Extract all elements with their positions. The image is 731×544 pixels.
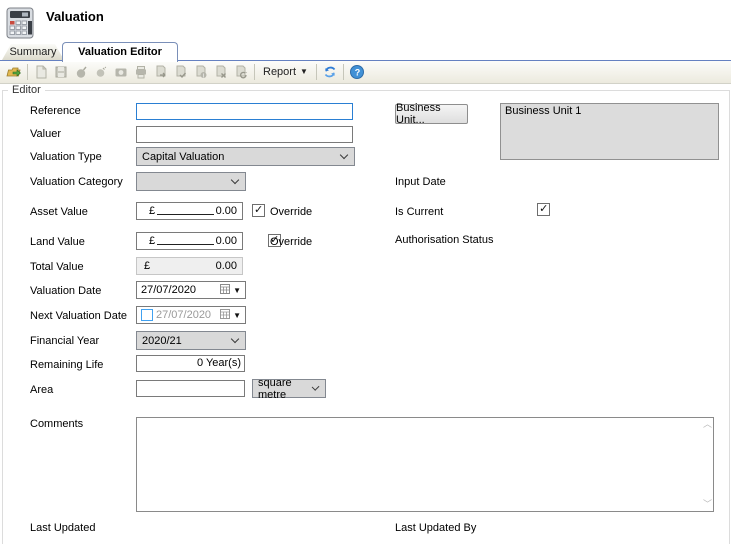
is-current-checkbox[interactable] bbox=[537, 203, 550, 216]
tab-summary[interactable]: Summary bbox=[2, 44, 64, 60]
financial-year-select[interactable]: 2020/21 bbox=[136, 331, 246, 350]
currency-symbol: £ bbox=[144, 260, 150, 272]
tab-valuation-editor[interactable]: Valuation Editor bbox=[62, 42, 178, 62]
valuation-window: Valuation Summary Valuation Editor bbox=[0, 0, 731, 544]
total-value-field: £ 0.00 bbox=[136, 257, 243, 275]
valuation-category-select[interactable] bbox=[136, 172, 246, 191]
valuer-label: Valuer bbox=[30, 128, 61, 140]
report-button-label: Report bbox=[263, 66, 296, 78]
next-valuation-date-label: Next Valuation Date bbox=[30, 310, 127, 322]
valuation-date-label: Valuation Date bbox=[30, 285, 101, 297]
valuation-type-value: Capital Valuation bbox=[142, 151, 224, 163]
asset-override-label: Override bbox=[270, 206, 312, 218]
asset-value-amount: 0.00 bbox=[216, 205, 237, 217]
chevron-down-icon bbox=[231, 335, 239, 343]
currency-symbol: £ bbox=[149, 235, 155, 247]
save-icon[interactable] bbox=[52, 64, 70, 80]
valuation-type-label: Valuation Type bbox=[30, 151, 102, 163]
toolbar-separator bbox=[343, 64, 344, 80]
reference-input[interactable] bbox=[136, 103, 353, 120]
business-unit-listbox[interactable]: Business Unit 1 bbox=[500, 103, 719, 160]
authorisation-status-label: Authorisation Status bbox=[395, 234, 493, 246]
camera-icon[interactable] bbox=[112, 64, 130, 80]
svg-text:i: i bbox=[203, 73, 204, 79]
toolbar: i Report ▼ ? bbox=[0, 61, 731, 84]
valuation-category-label: Valuation Category bbox=[30, 176, 123, 188]
refresh-icon[interactable] bbox=[321, 64, 339, 80]
remaining-life-value: 0 Year(s) bbox=[197, 357, 241, 369]
report-button[interactable]: Report ▼ bbox=[258, 63, 313, 81]
chevron-down-icon bbox=[340, 151, 348, 159]
toolbar-separator bbox=[316, 64, 317, 80]
doc-forward-icon[interactable] bbox=[152, 64, 170, 80]
amount-underline bbox=[157, 214, 213, 215]
next-valuation-date-picker[interactable]: 27/07/2020 ▼ bbox=[136, 306, 246, 324]
comments-textarea[interactable] bbox=[136, 417, 714, 512]
comments-label: Comments bbox=[30, 418, 83, 430]
land-value-amount: 0.00 bbox=[216, 235, 237, 247]
land-value-label: Land Value bbox=[30, 236, 85, 248]
tab-strip: Summary Valuation Editor bbox=[0, 42, 731, 61]
total-value-amount: 0.00 bbox=[216, 260, 237, 272]
asset-override-checkbox[interactable] bbox=[252, 204, 265, 217]
remaining-life-input[interactable]: 0 Year(s) bbox=[136, 355, 245, 372]
doc-info-icon[interactable]: i bbox=[192, 64, 210, 80]
area-unit-value: square metre bbox=[258, 377, 313, 401]
editor-groupbox-label: Editor bbox=[8, 84, 45, 96]
currency-symbol: £ bbox=[149, 205, 155, 217]
calculator-icon bbox=[4, 6, 38, 43]
toolbar-separator bbox=[27, 64, 28, 80]
next-valuation-date-checkbox[interactable] bbox=[141, 309, 153, 321]
reference-label: Reference bbox=[30, 105, 81, 117]
open-icon[interactable] bbox=[5, 64, 23, 80]
sparkle-icon[interactable] bbox=[92, 64, 110, 80]
scroll-up-icon[interactable]: ︿ bbox=[703, 420, 712, 429]
valuation-date-picker[interactable]: 27/07/2020 ▼ bbox=[136, 281, 246, 299]
area-unit-select[interactable]: square metre bbox=[252, 379, 326, 398]
business-unit-button[interactable]: Business Unit... bbox=[395, 104, 468, 124]
toolbar-separator bbox=[254, 64, 255, 80]
printer-icon[interactable] bbox=[132, 64, 150, 80]
calendar-icon bbox=[220, 284, 230, 297]
total-value-label: Total Value bbox=[30, 261, 84, 273]
valuer-input[interactable] bbox=[136, 126, 353, 143]
doc-refresh-icon[interactable] bbox=[232, 64, 250, 80]
svg-text:?: ? bbox=[355, 67, 361, 77]
last-updated-by-label: Last Updated By bbox=[395, 522, 476, 534]
doc-delete-icon[interactable] bbox=[212, 64, 230, 80]
asset-value-label: Asset Value bbox=[30, 206, 88, 218]
financial-year-label: Financial Year bbox=[30, 335, 99, 347]
is-current-label: Is Current bbox=[395, 206, 443, 218]
area-label: Area bbox=[30, 384, 53, 396]
next-valuation-date-value: 27/07/2020 bbox=[156, 309, 217, 321]
page-title: Valuation bbox=[46, 9, 104, 24]
doc-check-icon[interactable] bbox=[172, 64, 190, 80]
land-value-input[interactable]: £ 0.00 bbox=[136, 232, 243, 250]
asset-value-input[interactable]: £ 0.00 bbox=[136, 202, 243, 220]
help-icon[interactable]: ? bbox=[348, 64, 366, 80]
last-updated-label: Last Updated bbox=[30, 522, 95, 534]
dropdown-arrow-icon: ▼ bbox=[233, 286, 241, 295]
new-document-icon[interactable] bbox=[32, 64, 50, 80]
scroll-down-icon[interactable]: ﹀ bbox=[703, 500, 712, 509]
bomb-icon[interactable] bbox=[72, 64, 90, 80]
calendar-icon bbox=[220, 309, 230, 322]
amount-underline bbox=[157, 244, 213, 245]
input-date-label: Input Date bbox=[395, 176, 446, 188]
valuation-date-value: 27/07/2020 bbox=[141, 284, 217, 296]
valuation-type-select[interactable]: Capital Valuation bbox=[136, 147, 355, 166]
business-unit-value: Business Unit 1 bbox=[505, 105, 581, 117]
financial-year-value: 2020/21 bbox=[142, 335, 182, 347]
area-input[interactable] bbox=[136, 380, 245, 397]
land-override-label: Override bbox=[270, 236, 312, 248]
report-caret-icon: ▼ bbox=[300, 68, 308, 76]
remaining-life-label: Remaining Life bbox=[30, 359, 103, 371]
chevron-down-icon bbox=[231, 176, 239, 184]
dropdown-arrow-icon: ▼ bbox=[233, 311, 241, 320]
